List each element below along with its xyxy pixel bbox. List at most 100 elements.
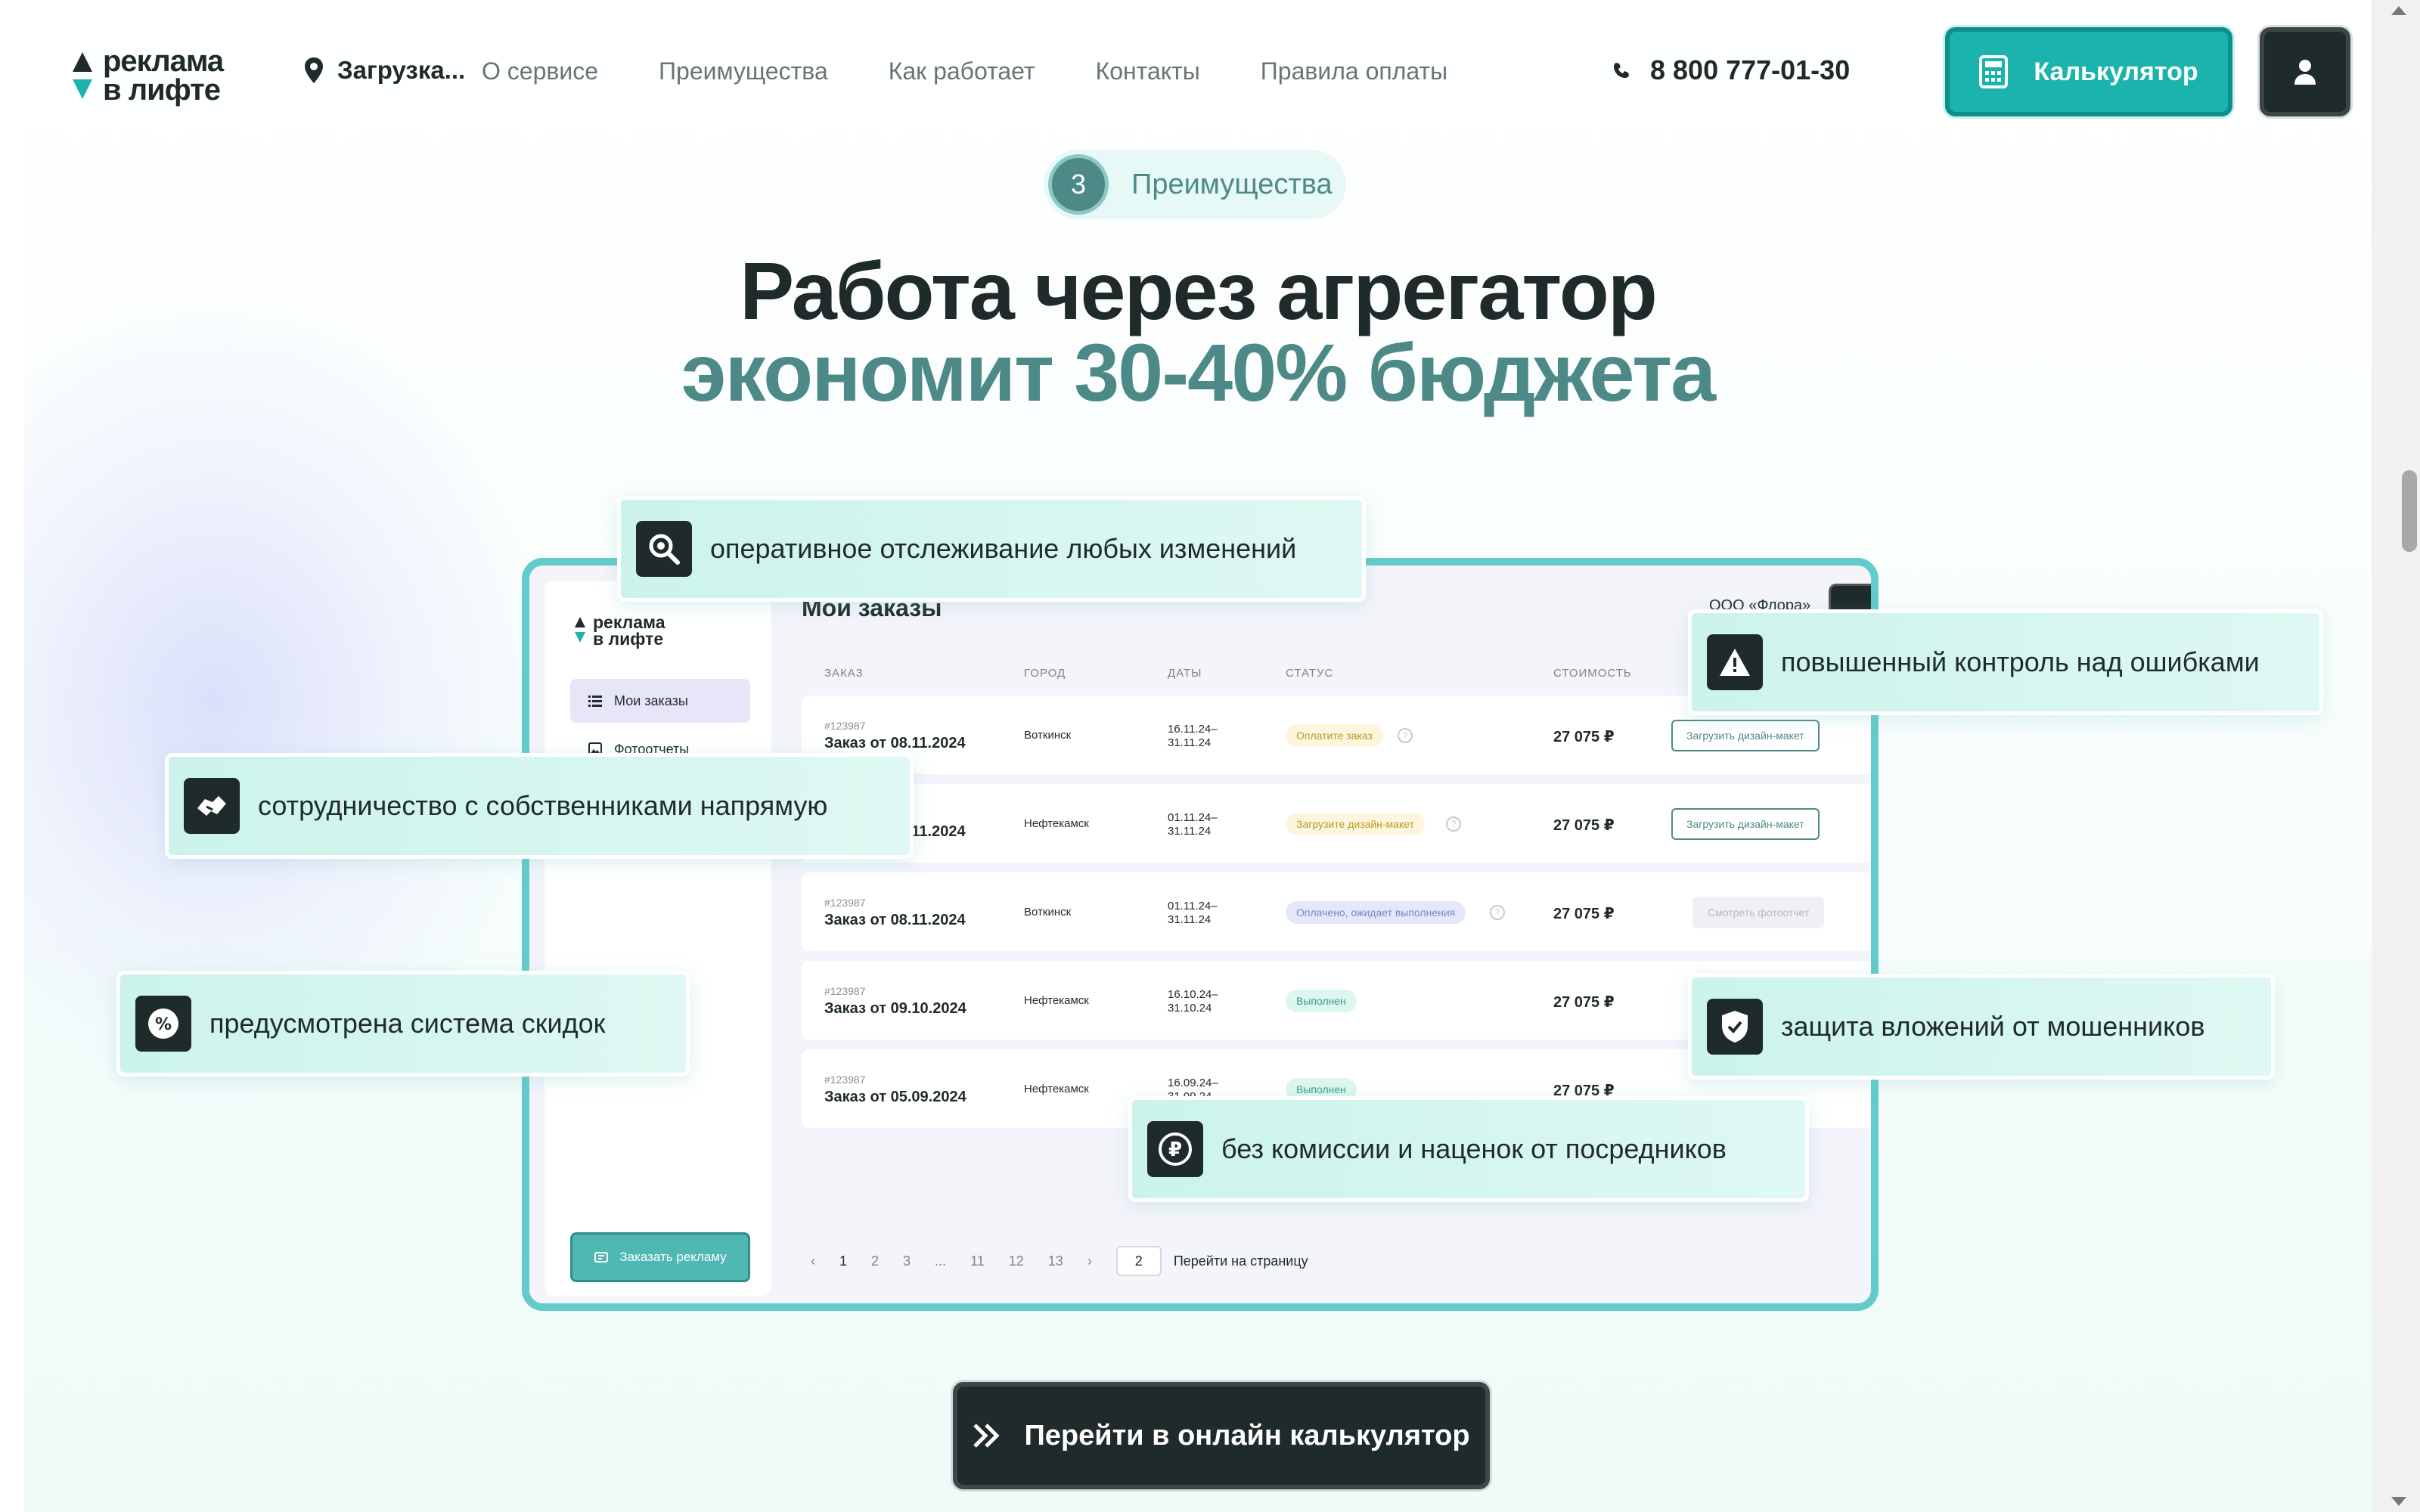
order-cost: 27 075 ₽	[1553, 817, 1615, 834]
double-chevron-right-icon	[973, 1424, 1001, 1448]
scroll-up-icon[interactable]	[2391, 6, 2406, 15]
status-badge: Выполнен	[1286, 990, 1357, 1012]
phone-link[interactable]: 8 800 777-01-30	[1612, 54, 1850, 86]
order-icon	[594, 1252, 609, 1263]
order-ad-label: Заказать рекламу	[619, 1250, 727, 1264]
callout-text: повышенный контроль над ошибками	[1781, 646, 2260, 677]
order-cost: 27 075 ₽	[1553, 906, 1615, 922]
user-icon	[2294, 60, 2316, 85]
callout-text: без комиссии и наценок от посредников	[1221, 1133, 1727, 1164]
page-link: 11	[970, 1253, 985, 1269]
main-nav: О сервисе Преимущества Как работает Конт…	[482, 57, 1447, 85]
order-dates: 01.11.24–31.11.24	[1168, 900, 1218, 926]
goto-page-label: Перейти на страницу	[1173, 1253, 1308, 1269]
logo-line1: реклама	[103, 45, 224, 78]
section-title-line2: экономит 30-40% бюджета	[681, 327, 1716, 418]
callout-discounts: % предусмотрена система скидок	[116, 971, 690, 1077]
svg-text:₽: ₽	[1168, 1139, 1182, 1161]
callout-text: оперативное отслеживание любых изменений	[710, 533, 1297, 564]
logo[interactable]: реклама в лифте	[73, 45, 224, 107]
status-badge: Оплатите заказ	[1286, 724, 1383, 747]
order-name: Заказ от 08.11.2024	[824, 912, 966, 928]
page-link: 12	[1008, 1253, 1024, 1269]
ruble-icon: ₽	[1147, 1121, 1203, 1177]
nav-contacts[interactable]: Контакты	[1096, 57, 1200, 85]
order-dates: 16.11.24–31.11.24	[1168, 723, 1218, 749]
scroll-down-icon[interactable]	[2391, 1497, 2406, 1506]
sidebar-item-label: Мои заказы	[614, 692, 688, 708]
chevron-right-icon: ›	[1087, 1253, 1092, 1269]
order-city: Нефтекамск	[1024, 994, 1089, 1007]
callout-commission: ₽ без комиссии и наценок от посредников	[1128, 1096, 1809, 1202]
column-header-cost: СТОИМОСТЬ	[1553, 667, 1632, 680]
order-ad-button: Заказать рекламу	[570, 1232, 750, 1282]
callout-errors: повышенный контроль над ошибками	[1688, 609, 2323, 715]
dashboard-sidebar: реклама в лифте Мои заказы Фотоотчеты За…	[544, 581, 771, 1296]
calculator-icon	[1979, 55, 2009, 88]
logo-arrows-icon	[575, 615, 585, 646]
handshake-icon	[184, 778, 240, 834]
sidebar-item-orders: Мои заказы	[570, 679, 750, 723]
nav-payment-rules[interactable]: Правила оплаты	[1261, 57, 1447, 85]
nav-about[interactable]: О сервисе	[482, 57, 598, 85]
order-cost: 27 075 ₽	[1553, 729, 1615, 745]
upload-design-button: Загрузить дизайн-макет	[1671, 808, 1820, 840]
table-row: #123987 Заказ от 08.11.2024 Воткинск 01.…	[802, 872, 1871, 951]
order-city: Нефтекамск	[1024, 1083, 1089, 1095]
order-city: Воткинск	[1024, 729, 1072, 742]
map-pin-icon	[305, 57, 323, 83]
chevron-left-icon: ‹	[811, 1253, 815, 1269]
order-cost: 27 075 ₽	[1553, 994, 1615, 1011]
column-header-dates: ДАТЫ	[1168, 667, 1202, 680]
order-name: Заказ от 08.11.2024	[824, 735, 966, 751]
section-step-pill: 3 Преимущества	[1044, 150, 1346, 219]
phone-icon	[1614, 63, 1629, 78]
order-name: Заказ от 05.09.2024	[824, 1089, 966, 1105]
callout-fraud: защита вложений от мошенников	[1688, 974, 2275, 1080]
column-header-status: СТАТУС	[1286, 667, 1334, 680]
page-link: 2	[871, 1253, 880, 1269]
online-calculator-button[interactable]: Перейти в онлайн калькулятор	[953, 1382, 1490, 1489]
shield-check-icon	[1707, 999, 1763, 1055]
page-scrollbar[interactable]	[2372, 0, 2420, 1512]
page: реклама в лифте Загрузка... О сервисе Пр…	[24, 0, 2372, 1512]
order-number: #123987	[824, 985, 866, 997]
calculator-label: Калькулятор	[2034, 57, 2198, 86]
page-link: 13	[1047, 1253, 1063, 1269]
nav-how-it-works[interactable]: Как работает	[889, 57, 1035, 85]
help-icon: ?	[1446, 816, 1461, 832]
step-number: 3	[1048, 154, 1109, 215]
logo-line2: в лифте	[103, 73, 221, 107]
view-photo-report-button: Смотреть фотоотчет	[1692, 897, 1825, 928]
calculator-button[interactable]: Калькулятор	[1945, 27, 2232, 116]
account-button[interactable]	[2260, 27, 2350, 116]
page-number-input: 2	[1115, 1246, 1162, 1276]
callout-text: сотрудничество с собственниками напрямую	[258, 790, 828, 821]
page-link: 1	[839, 1253, 848, 1269]
search-gear-icon	[636, 521, 692, 577]
order-number: #123987	[824, 1074, 866, 1086]
dashboard-logo-line2: в лифте	[593, 629, 664, 649]
location-selector[interactable]: Загрузка...	[304, 56, 465, 85]
callout-text: защита вложений от мошенников	[1781, 1011, 2205, 1042]
upload-design-button: Загрузить дизайн-макет	[1671, 720, 1820, 751]
table-row: #123987 Заказ от 08.11.2024 Нефтекамск 0…	[802, 784, 1871, 863]
column-header-city: ГОРОД	[1024, 667, 1066, 680]
logo-arrows-icon	[73, 49, 92, 102]
warning-icon	[1707, 634, 1763, 690]
section-title-line1: Работа через агрегатор	[740, 245, 1658, 336]
online-calculator-label: Перейти в онлайн калькулятор	[1024, 1419, 1470, 1452]
nav-advantages[interactable]: Преимущества	[659, 57, 828, 85]
order-name: Заказ от 09.10.2024	[824, 1000, 966, 1017]
status-badge: Загрузите дизайн-макет	[1286, 813, 1425, 835]
order-city: Нефтекамск	[1024, 817, 1089, 830]
phone-number: 8 800 777-01-30	[1650, 54, 1851, 85]
order-dates: 16.10.24–31.10.24	[1168, 988, 1218, 1015]
scroll-thumb[interactable]	[2402, 470, 2417, 552]
order-dates: 01.11.24–31.11.24	[1168, 811, 1218, 838]
discount-icon: %	[135, 996, 191, 1052]
callout-tracking: оперативное отслеживание любых изменений	[617, 496, 1366, 602]
site-header: реклама в лифте Загрузка... О сервисе Пр…	[24, 0, 2372, 144]
dashboard-logo: реклама в лифте	[575, 614, 666, 649]
page-link: 3	[903, 1253, 911, 1269]
